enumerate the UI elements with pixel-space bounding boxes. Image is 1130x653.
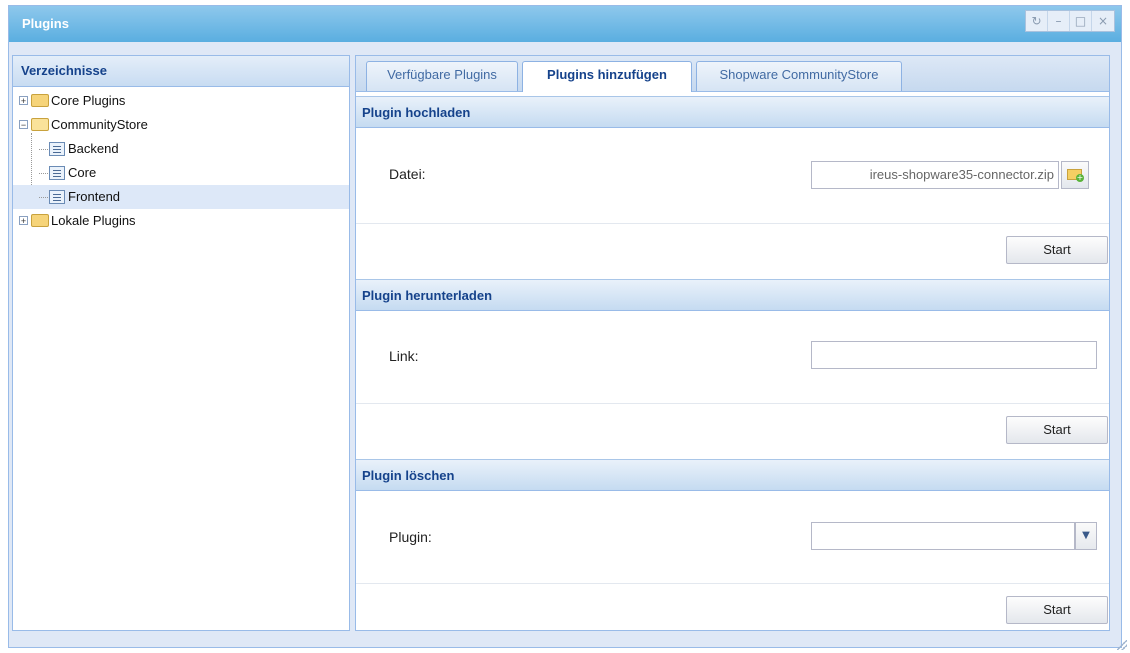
delete-start-button[interactable]: Start	[1006, 596, 1108, 624]
tree-node-lokale-plugins[interactable]: + Lokale Plugins	[13, 209, 349, 233]
window-titlebar[interactable]: Plugins ↻ – □ ×	[9, 6, 1121, 42]
maximize-icon[interactable]: □	[1070, 11, 1092, 31]
tree-node-label: Frontend	[68, 189, 121, 204]
tree-node-core-plugins[interactable]: + Core Plugins	[13, 89, 349, 113]
tree-connector	[39, 197, 48, 199]
directory-panel: Verzeichnisse + Core Plugins − Community…	[12, 55, 350, 631]
link-label: Link:	[389, 348, 419, 364]
directory-panel-title: Verzeichnisse	[13, 56, 349, 87]
section-header-download[interactable]: Plugin herunterladen	[356, 279, 1109, 311]
download-start-button[interactable]: Start	[1006, 416, 1108, 444]
window-title: Plugins	[22, 16, 69, 31]
directory-tree: + Core Plugins − CommunityStore Backend …	[13, 89, 349, 233]
close-icon[interactable]: ×	[1092, 11, 1114, 31]
link-input[interactable]	[811, 341, 1097, 369]
collapse-icon[interactable]: −	[19, 120, 28, 130]
plugin-select[interactable]	[811, 522, 1075, 550]
tree-node-label: Lokale Plugins	[51, 213, 136, 228]
file-path-field[interactable]: ireus-shopware35-connector.zip	[811, 161, 1059, 189]
folder-icon	[31, 94, 49, 107]
tab-shopware-communitystore[interactable]: Shopware CommunityStore	[696, 61, 902, 91]
resize-handle-icon[interactable]	[1117, 640, 1127, 650]
tree-node-core[interactable]: Core	[13, 161, 349, 185]
section-upload-body: Datei: ireus-shopware35-connector.zip +	[356, 128, 1109, 224]
expand-icon[interactable]: +	[19, 216, 28, 226]
refresh-icon[interactable]: ↻	[1026, 11, 1048, 31]
tab-plugins-hinzufuegen[interactable]: Plugins hinzufügen	[522, 61, 692, 92]
tree-node-frontend[interactable]: Frontend	[13, 185, 349, 209]
leaf-node-icon	[49, 142, 65, 156]
expand-icon[interactable]: +	[19, 96, 28, 106]
plugin-manager-panel: Verfügbare Plugins Plugins hinzufügen Sh…	[355, 55, 1110, 631]
minimize-icon[interactable]: –	[1048, 11, 1070, 31]
leaf-node-icon	[49, 190, 65, 204]
section-header-delete[interactable]: Plugin löschen	[356, 459, 1109, 491]
tree-node-label: Backend	[68, 141, 119, 156]
tree-node-label: Core Plugins	[51, 93, 126, 108]
browse-folder-button[interactable]: +	[1061, 161, 1089, 189]
section-download-body: Link:	[356, 311, 1109, 404]
window-controls: ↻ – □ ×	[1025, 10, 1115, 32]
tree-connector	[39, 149, 48, 151]
add-icon: +	[1076, 173, 1084, 182]
section-header-upload[interactable]: Plugin hochladen	[356, 96, 1109, 128]
tree-connector	[39, 173, 48, 175]
file-label: Datei:	[389, 166, 426, 182]
chevron-down-icon[interactable]: ▼	[1075, 522, 1097, 550]
tree-node-backend[interactable]: Backend	[13, 137, 349, 161]
tab-verfuegbare-plugins[interactable]: Verfügbare Plugins	[366, 61, 518, 91]
plugin-label: Plugin:	[389, 529, 432, 545]
folder-open-icon	[31, 118, 49, 131]
upload-start-button[interactable]: Start	[1006, 236, 1108, 264]
section-delete-body: Plugin: ▼	[356, 491, 1109, 584]
tree-node-label: CommunityStore	[51, 117, 148, 132]
tab-strip: Verfügbare Plugins Plugins hinzufügen Sh…	[356, 56, 1109, 92]
folder-icon	[31, 214, 49, 227]
tree-node-communitystore[interactable]: − CommunityStore	[13, 113, 349, 137]
tree-node-label: Core	[68, 165, 97, 180]
leaf-node-icon	[49, 166, 65, 180]
